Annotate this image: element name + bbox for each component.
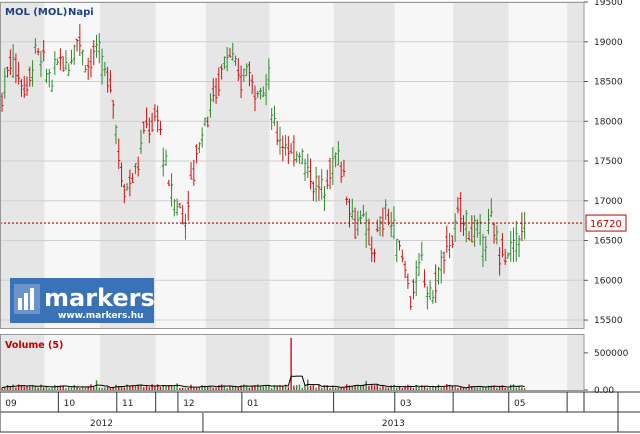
chart-title-period: Napi [68, 7, 94, 18]
chart-title-symbol: MOL (MOL) [5, 7, 67, 18]
price-tick-label: 16500 [594, 237, 623, 247]
watermark-brand: markers [44, 284, 155, 312]
month-label: 03 [400, 399, 411, 409]
volume-month-band [453, 334, 509, 390]
month-band [508, 2, 568, 328]
volume-month-band [205, 334, 270, 390]
chart-stage: markers www.markers.hu 15500 16000 16500 17… [0, 0, 640, 434]
volume-month-band [394, 334, 454, 390]
price-tick-label: 19000 [594, 38, 623, 48]
month-label: 12 [183, 399, 194, 409]
volume-tick-label: 500000 [594, 349, 629, 359]
volume-month-band [269, 334, 334, 390]
watermark-url: www.markers.hu [58, 311, 144, 321]
volume-month-band [508, 334, 568, 390]
price-tick-label: 16000 [594, 276, 623, 286]
volume-title: Volume (5) [5, 340, 63, 351]
month-label: 05 [514, 399, 525, 409]
price-tick-label: 18500 [594, 78, 623, 88]
month-band [333, 2, 395, 328]
price-tick-label: 17000 [594, 197, 623, 207]
month-label: 10 [64, 399, 76, 409]
month-band [269, 2, 334, 328]
volume-month-band [567, 334, 584, 390]
year-label: 2012 [90, 419, 113, 429]
month-band [453, 2, 509, 328]
month-label: 09 [5, 399, 17, 409]
price-tick-label: 18000 [594, 117, 623, 127]
year-label: 2013 [382, 419, 405, 429]
month-band [394, 2, 454, 328]
volume-month-band [100, 334, 156, 390]
price-tick-label: 17500 [594, 157, 623, 167]
stock-chart: markers www.markers.hu 15500 16000 16500 17… [0, 0, 640, 433]
month-band [205, 2, 270, 328]
price-tick-label: 19500 [594, 0, 623, 8]
watermark-logo-bar [18, 298, 22, 310]
volume-month-band [155, 334, 206, 390]
month-band [567, 2, 584, 328]
background-layer [0, 2, 584, 390]
volume-month-band [333, 334, 395, 390]
watermark: markers www.markers.hu [10, 278, 155, 323]
last-price-label: 16720 [590, 219, 622, 230]
month-label: 01 [247, 399, 258, 409]
month-label: 11 [122, 399, 133, 409]
watermark-logo-bar [24, 293, 28, 310]
volume-tick-label: 0.00 [594, 386, 614, 396]
watermark-logo-bar [30, 288, 34, 310]
price-tick-label: 15500 [594, 316, 623, 326]
